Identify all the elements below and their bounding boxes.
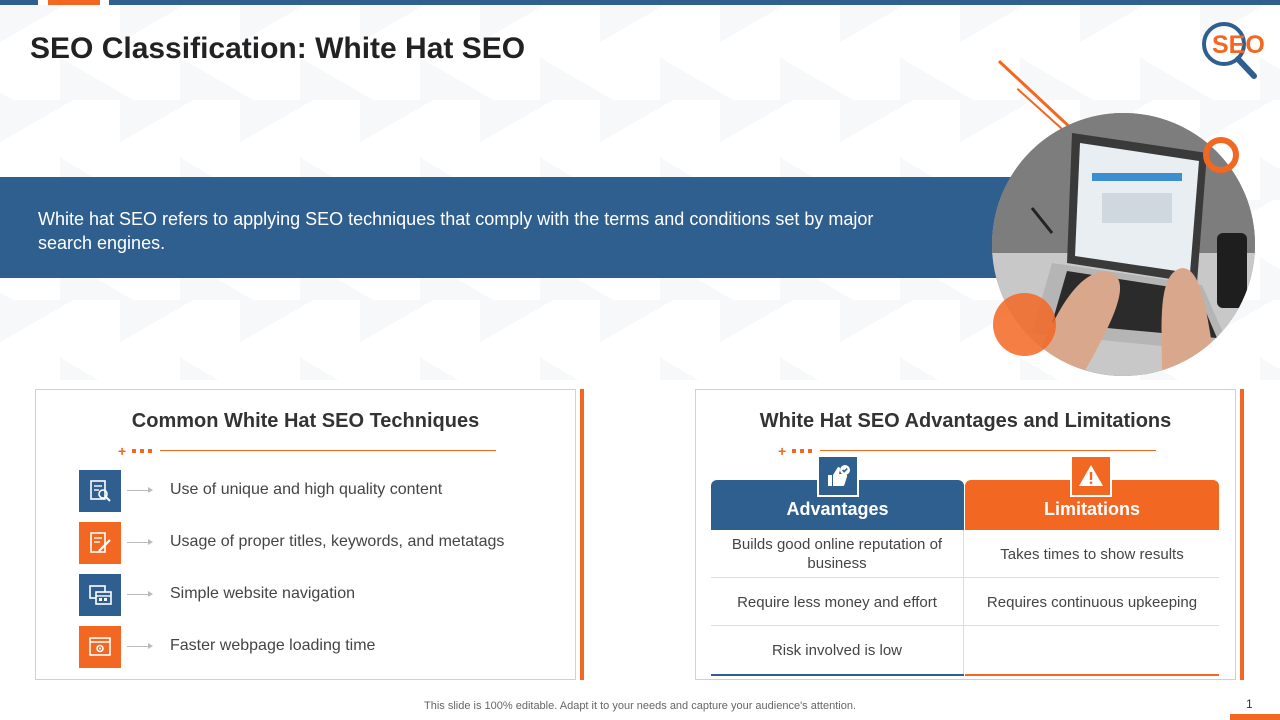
- slide-number: 1: [1246, 697, 1253, 711]
- thumbs-up-check-icon: [817, 455, 859, 497]
- arrow-icon: [127, 591, 153, 597]
- advantages-limitations-heading: White Hat SEO Advantages and Limitations: [759, 410, 1172, 432]
- technique-label: Simple website navigation: [170, 585, 355, 602]
- technique-label: Faster webpage loading time: [170, 637, 376, 654]
- advantage-cell: Builds good online reputation of busines…: [711, 530, 964, 578]
- definition-text: White hat SEO refers to applying SEO tec…: [38, 209, 874, 253]
- table-header: Advantages Limitations: [711, 455, 1219, 530]
- arrow-icon: [127, 487, 153, 493]
- techniques-list: Use of unique and high quality content U…: [79, 470, 569, 678]
- list-item: Usage of proper titles, keywords, and me…: [79, 522, 569, 574]
- decorative-ring: [1203, 137, 1239, 173]
- table-footer-line: [711, 674, 1219, 676]
- techniques-panel: Common White Hat SEO Techniques + Use of…: [35, 389, 576, 680]
- limitation-cell: Takes times to show results: [1000, 545, 1184, 563]
- panel-accent-bar: [1240, 389, 1244, 680]
- page-title: SEO Classification: White Hat SEO: [30, 32, 526, 65]
- technique-label: Usage of proper titles, keywords, and me…: [170, 533, 505, 550]
- table-row: Builds good online reputation of busines…: [711, 530, 1219, 578]
- techniques-heading: Common White Hat SEO Techniques: [131, 410, 480, 432]
- advantage-cell: Risk involved is low: [711, 626, 964, 674]
- advantages-limitations-panel: White Hat SEO Advantages and Limitations…: [695, 389, 1236, 680]
- arrow-icon: [127, 643, 153, 649]
- table-row: Risk involved is low: [711, 626, 1219, 674]
- website-navigation-icon: [79, 574, 121, 616]
- top-accent-bar: [0, 0, 1280, 5]
- limitation-cell: [965, 626, 1219, 674]
- heading-divider: +: [118, 444, 498, 458]
- webpage-settings-icon: [79, 626, 121, 668]
- content-search-icon: [79, 470, 121, 512]
- list-item: Use of unique and high quality content: [79, 470, 569, 522]
- seo-magnifier-logo: SEO: [1198, 20, 1268, 80]
- panel-accent-bar: [580, 389, 584, 680]
- logo-text: SEO: [1212, 31, 1265, 59]
- edit-document-icon: [79, 522, 121, 564]
- table-row: Require less money and effort Requires c…: [711, 578, 1219, 626]
- advantages-limitations-table: Advantages Limitations Builds good onlin…: [711, 455, 1219, 676]
- definition-banner: White hat SEO refers to applying SEO tec…: [0, 177, 1040, 278]
- footer-note: This slide is 100% editable. Adapt it to…: [424, 700, 856, 712]
- decorative-circle: [993, 293, 1056, 356]
- warning-icon: [1070, 455, 1112, 497]
- list-item: Simple website navigation: [79, 574, 569, 626]
- advantage-cell: Require less money and effort: [711, 578, 964, 626]
- technique-label: Use of unique and high quality content: [170, 481, 443, 498]
- limitation-cell: Requires continuous upkeeping: [986, 593, 1198, 611]
- slide-number-bar: [1230, 714, 1280, 720]
- list-item: Faster webpage loading time: [79, 626, 569, 678]
- arrow-icon: [127, 539, 153, 545]
